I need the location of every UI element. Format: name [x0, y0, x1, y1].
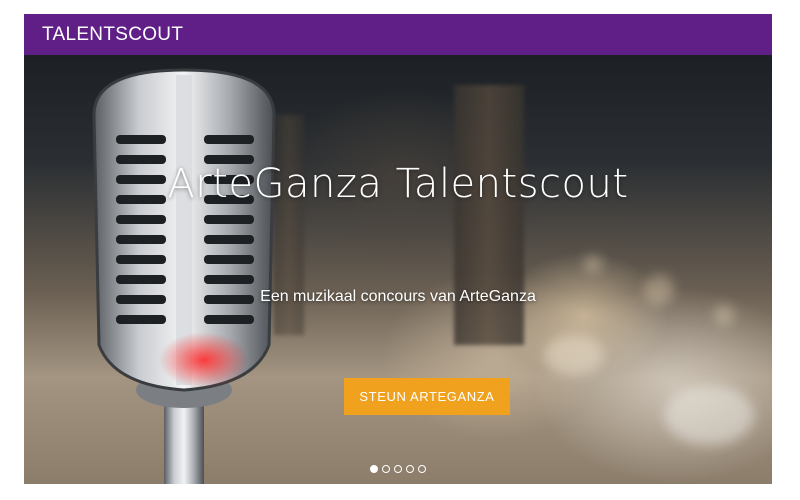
background-bokeh [714, 305, 734, 325]
hero-title: ArteGanza Talentscout [167, 161, 629, 207]
background-bokeh [584, 255, 602, 273]
background-bokeh [664, 385, 754, 445]
brand-logo-text[interactable]: TALENTSCOUT [24, 24, 183, 46]
carousel-indicators [24, 465, 772, 473]
carousel-dot-4[interactable] [406, 465, 414, 473]
carousel-dot-2[interactable] [382, 465, 390, 473]
carousel-dot-1[interactable] [370, 465, 378, 473]
support-arteganza-button[interactable]: STEUN ARTEGANZA [344, 378, 510, 415]
page-frame: TALENTSCOUT ArteGanza Talentscout Een mu… [24, 14, 772, 484]
top-navbar: TALENTSCOUT [24, 14, 772, 55]
background-bokeh [544, 335, 604, 375]
carousel-dot-5[interactable] [418, 465, 426, 473]
hero-carousel-slide: ArteGanza Talentscout Een muzikaal conco… [24, 55, 772, 484]
background-pillar [454, 85, 524, 345]
carousel-dot-3[interactable] [394, 465, 402, 473]
hero-subtitle: Een muzikaal concours van ArteGanza [260, 288, 536, 305]
microphone-image [92, 68, 276, 484]
